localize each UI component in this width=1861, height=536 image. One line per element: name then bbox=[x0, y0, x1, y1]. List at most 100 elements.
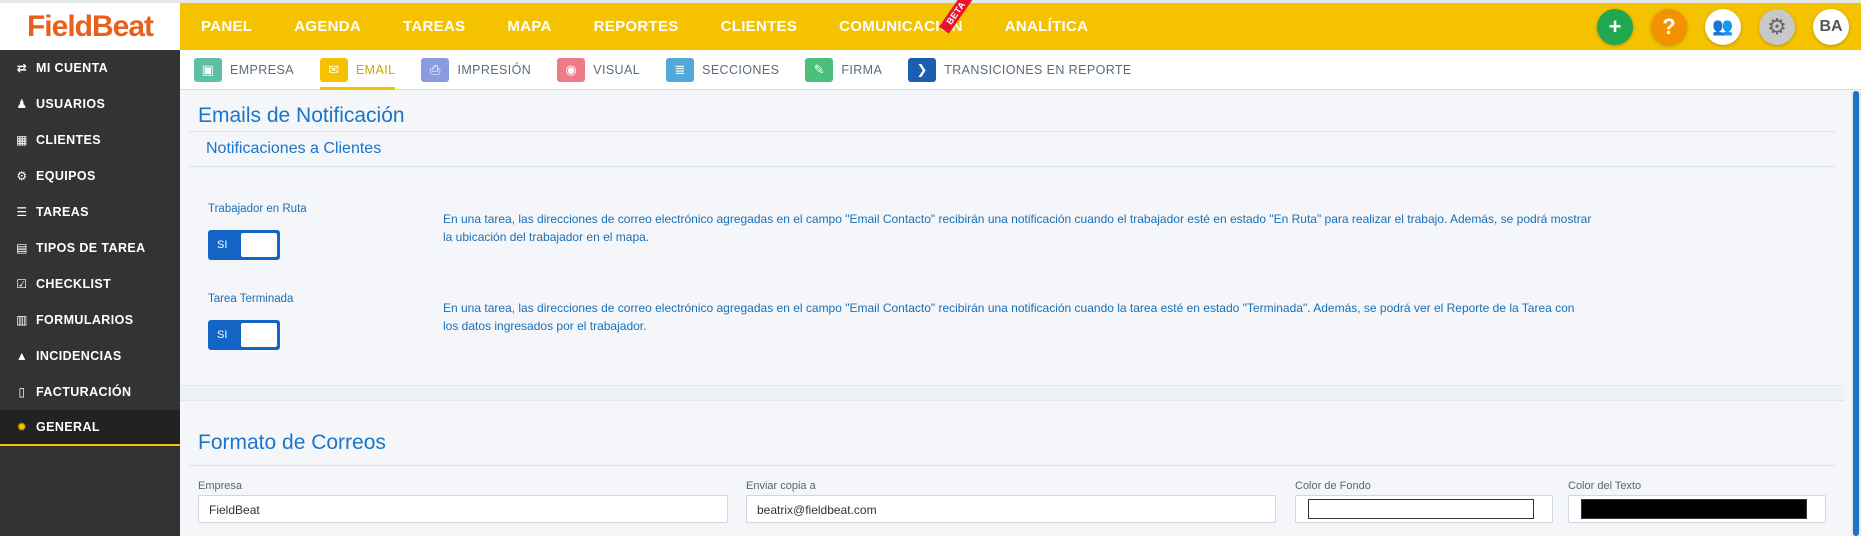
setting-description-en-ruta: En una tarea, las direcciones de correo … bbox=[443, 212, 1592, 244]
scrollbar-thumb[interactable] bbox=[1853, 91, 1859, 536]
nav-comunicacion[interactable]: COMUNICACIÓN bbox=[818, 18, 984, 35]
divider bbox=[188, 166, 1836, 167]
copia-input[interactable]: beatrix@fieldbeat.com bbox=[746, 495, 1276, 523]
tab-secciones[interactable]: ≣ SECCIONES bbox=[666, 50, 779, 90]
sidebar-item-label: INCIDENCIAS bbox=[36, 349, 122, 363]
divider bbox=[188, 465, 1836, 466]
settings-button[interactable]: ⚙ bbox=[1759, 9, 1795, 45]
sidebar-item-label: GENERAL bbox=[36, 420, 100, 434]
sidebar-item-label: FACTURACIÓN bbox=[36, 385, 132, 399]
field-label-copia: Enviar copia a bbox=[746, 480, 816, 492]
main-content: Emails de Notificación Notificaciones a … bbox=[180, 91, 1844, 536]
chevron-right-icon: ❯ bbox=[908, 57, 937, 82]
setting-label-terminada: Tarea Terminada bbox=[208, 293, 294, 305]
warning-icon: ▲ bbox=[15, 349, 29, 363]
pen-icon: ✎ bbox=[805, 57, 834, 82]
tab-visual[interactable]: ◉ VISUAL bbox=[557, 50, 640, 90]
sidebar-item-label: TIPOS DE TAREA bbox=[36, 241, 146, 255]
briefcase-icon: ▣ bbox=[194, 57, 222, 82]
color-texto-swatch bbox=[1581, 499, 1807, 519]
sidebar-item-label: FORMULARIOS bbox=[36, 313, 134, 327]
tab-label: SECCIONES bbox=[702, 62, 780, 77]
tab-label: VISUAL bbox=[593, 62, 641, 77]
building-icon: ▦ bbox=[16, 133, 28, 147]
sidebar-item-label: CHECKLIST bbox=[36, 277, 112, 291]
sidebar-item-usuarios[interactable]: ♟ USUARIOS bbox=[0, 86, 180, 122]
sidebar-item-formularios[interactable]: ▥ FORMULARIOS bbox=[0, 302, 180, 338]
color-texto-input[interactable] bbox=[1568, 495, 1826, 523]
nav-panel[interactable]: PANEL bbox=[180, 18, 273, 35]
tab-label: FIRMA bbox=[841, 62, 883, 77]
user-group-icon: 👥 bbox=[1712, 17, 1734, 36]
logo-text-field: Field bbox=[26, 9, 93, 43]
section-separator bbox=[180, 385, 1844, 401]
divider bbox=[188, 131, 1836, 132]
tab-empresa[interactable]: ▣ EMPRESA bbox=[194, 50, 294, 90]
settings-tabs: ▣ EMPRESA ✉ EMAIL ⎙ IMPRESIÓN ◉ VISUAL ≣ SECC… bbox=[180, 50, 1861, 90]
color-fondo-input[interactable] bbox=[1295, 495, 1553, 523]
color-fondo-swatch bbox=[1308, 499, 1534, 519]
sidebar-item-label: MI CUENTA bbox=[36, 61, 109, 75]
tab-firma[interactable]: ✎ FIRMA bbox=[805, 50, 882, 90]
equipment-icon: ⚙ bbox=[16, 169, 28, 183]
nav-analitica[interactable]: ANALÍTICA bbox=[984, 18, 1110, 35]
section-title-formato: Formato de Correos bbox=[198, 431, 386, 454]
checklist-icon: ☑ bbox=[16, 277, 28, 291]
field-label-color-fondo: Color de Fondo bbox=[1295, 480, 1371, 492]
scrollbar[interactable] bbox=[1851, 91, 1861, 536]
invoice-icon: ▯ bbox=[18, 385, 26, 399]
eye-icon: ◉ bbox=[557, 57, 586, 82]
sidebar-item-incidencias[interactable]: ▲ INCIDENCIAS bbox=[0, 338, 180, 374]
tab-impresion[interactable]: ⎙ IMPRESIÓN bbox=[421, 50, 531, 90]
sidebar-item-equipos[interactable]: ⚙ EQUIPOS bbox=[0, 158, 180, 194]
task-types-icon: ▤ bbox=[16, 241, 28, 255]
sidebar-item-facturacion[interactable]: ▯ FACTURACIÓN bbox=[0, 374, 180, 410]
tab-email[interactable]: ✉ EMAIL bbox=[319, 50, 396, 90]
sidebar-item-label: TAREAS bbox=[36, 205, 89, 219]
field-label-color-texto: Color del Texto bbox=[1568, 480, 1642, 492]
main-nav: PANEL AGENDA TAREAS MAPA REPORTES CLIENT… bbox=[180, 3, 1109, 50]
nav-agenda[interactable]: AGENDA bbox=[273, 18, 382, 35]
nav-mapa[interactable]: MAPA bbox=[486, 18, 572, 35]
sidebar-item-general[interactable]: ✹ GENERAL bbox=[0, 410, 180, 446]
nav-clientes[interactable]: CLIENTES bbox=[700, 18, 819, 35]
sidebar-item-label: USUARIOS bbox=[36, 97, 106, 111]
user-avatar[interactable]: BA bbox=[1813, 9, 1849, 45]
sidebar-item-label: CLIENTES bbox=[36, 133, 102, 147]
setting-label-en-ruta: Trabajador en Ruta bbox=[208, 203, 307, 215]
forms-icon: ▥ bbox=[16, 313, 28, 327]
users-button[interactable]: 👥 bbox=[1705, 9, 1741, 45]
sidebar-item-tareas[interactable]: ☰ TAREAS bbox=[0, 194, 180, 230]
user-icon: ♟ bbox=[16, 97, 28, 111]
sidebar-item-checklist[interactable]: ☑ CHECKLIST bbox=[0, 266, 180, 302]
swap-icon: ⇄ bbox=[16, 61, 28, 75]
toggle-label: SI bbox=[217, 239, 228, 251]
sidebar-item-tipos-de-tarea[interactable]: ▤ TIPOS DE TAREA bbox=[0, 230, 180, 266]
nav-reportes[interactable]: REPORTES bbox=[573, 18, 700, 35]
tab-label: IMPRESIÓN bbox=[457, 62, 532, 77]
section-title-emails: Emails de Notificación bbox=[198, 104, 405, 127]
help-button[interactable]: ? bbox=[1651, 9, 1687, 45]
sidebar-item-mi-cuenta[interactable]: ⇄ MI CUENTA bbox=[0, 50, 180, 86]
tasks-icon: ☰ bbox=[16, 205, 28, 219]
gear-icon: ⚙ bbox=[1767, 14, 1787, 39]
add-button[interactable]: + bbox=[1597, 9, 1633, 45]
setting-description-terminada: En una tarea, las direcciones de correo … bbox=[443, 301, 1575, 333]
toggle-label: SI bbox=[217, 329, 228, 341]
section-subtitle-clientes: Notificaciones a Clientes bbox=[206, 140, 382, 157]
empresa-input[interactable]: FieldBeat bbox=[198, 495, 728, 523]
sidebar-item-clientes[interactable]: ▦ CLIENTES bbox=[0, 122, 180, 158]
toggle-terminada[interactable]: SI bbox=[208, 320, 280, 350]
tab-transiciones-en-reporte[interactable]: ❯ TRANSICIONES EN REPORTE bbox=[908, 50, 1131, 90]
toggle-en-ruta[interactable]: SI bbox=[208, 230, 280, 260]
sidebar: ⇄ MI CUENTA ♟ USUARIOS ▦ CLIENTES ⚙ EQUIPOS … bbox=[0, 50, 180, 536]
nav-tareas[interactable]: TAREAS bbox=[382, 18, 486, 35]
printer-icon: ⎙ bbox=[421, 57, 450, 82]
toggle-knob bbox=[241, 233, 277, 257]
sidebar-item-label: EQUIPOS bbox=[36, 169, 96, 183]
logo[interactable]: FieldBeat bbox=[0, 3, 180, 50]
logo-text-beat: Beat bbox=[91, 9, 154, 43]
tab-label: EMAIL bbox=[355, 62, 396, 77]
toggle-knob bbox=[241, 323, 277, 347]
envelope-icon: ✉ bbox=[319, 57, 348, 82]
